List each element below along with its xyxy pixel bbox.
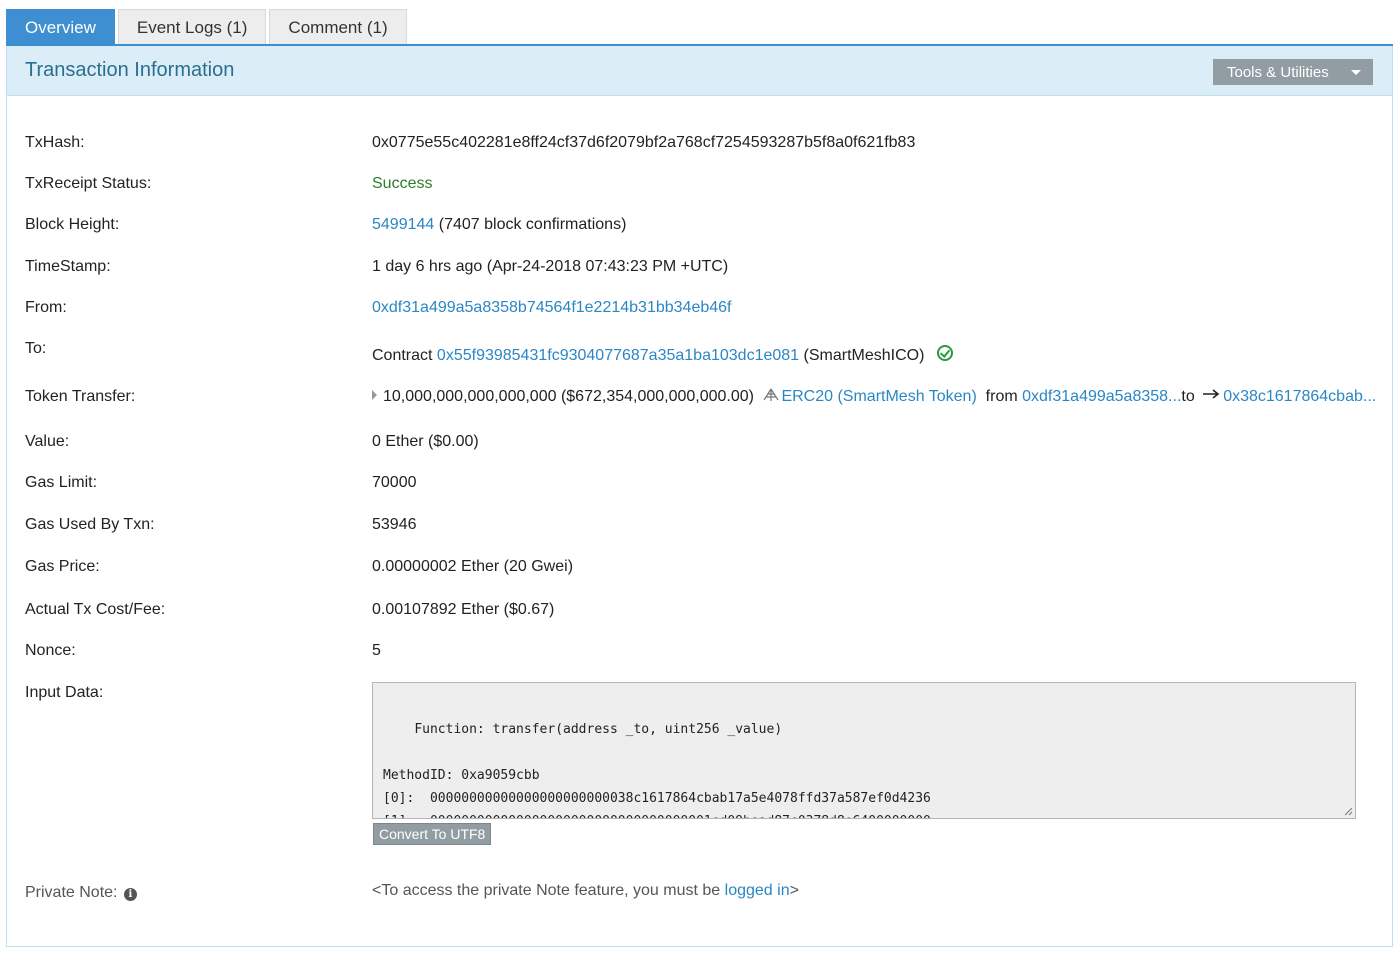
private-note-value: <To access the private Note feature, you… [372, 882, 799, 900]
caret-down-icon [1351, 70, 1361, 75]
contract-name: (SmartMeshICO) [803, 347, 925, 364]
timestamp-label: TimeStamp: [25, 258, 111, 275]
tab-comment[interactable]: Comment (1) [269, 9, 407, 45]
gas-used-label: Gas Used By Txn: [25, 516, 155, 533]
txhash-value: 0x0775e55c402281e8ff24cf37d6f2079bf2a768… [372, 134, 916, 151]
token-transfer-label: Token Transfer: [25, 388, 136, 405]
private-note-post: > [789, 882, 799, 899]
gas-price-label: Gas Price: [25, 558, 100, 575]
private-note-pre: <To access the private Note feature, you… [372, 882, 725, 899]
to-prefix: Contract [372, 347, 433, 364]
panel-title: Transaction Information [25, 59, 235, 81]
token-icon [763, 388, 779, 401]
input-data-textarea[interactable]: Function: transfer(address _to, uint256 … [372, 682, 1356, 819]
login-link[interactable]: logged in [725, 882, 790, 899]
block-height-label: Block Height: [25, 216, 120, 233]
token-to-link[interactable]: 0x38c1617864cbab... [1223, 388, 1376, 405]
gas-limit-label: Gas Limit: [25, 474, 98, 491]
token-amount: 10,000,000,000,000,000 ($672,354,000,000… [383, 388, 754, 405]
value-label: Value: [25, 433, 70, 450]
caret-right-icon[interactable] [372, 390, 377, 400]
token-from-link[interactable]: 0xdf31a499a5a8358... [1022, 388, 1181, 405]
verified-check-icon [936, 345, 953, 361]
tools-utilities-label: Tools & Utilities [1227, 63, 1329, 81]
arrow-right-icon [1203, 389, 1220, 399]
txhash-label: TxHash: [25, 134, 85, 151]
block-confirmations: (7407 block confirmations) [438, 216, 627, 233]
private-note-label: Private Note: i [25, 884, 137, 902]
input-data-label: Input Data: [25, 684, 104, 701]
block-number-link[interactable]: 5499144 [372, 216, 434, 233]
gas-limit-value: 70000 [372, 474, 417, 491]
fee-value: 0.00107892 Ether ($0.67) [372, 601, 555, 618]
gas-used-value: 53946 [372, 516, 417, 533]
status-value: Success [372, 175, 433, 192]
tools-utilities-dropdown[interactable]: Tools & Utilities [1213, 59, 1373, 85]
convert-utf8-button[interactable]: Convert To UTF8 [373, 823, 492, 845]
input-data-text: Function: transfer(address _to, uint256 … [383, 722, 931, 818]
to-word: to [1181, 388, 1195, 405]
tab-overview[interactable]: Overview [6, 9, 115, 45]
gas-price-value: 0.00000002 Ether (20 Gwei) [372, 558, 574, 575]
block-height-value: 5499144 (7407 block confirmations) [372, 216, 626, 234]
private-note-label-text: Private Note: [25, 884, 118, 901]
token-name-link[interactable]: ERC20 (SmartMesh Token) [781, 388, 976, 405]
to-label: To: [25, 340, 47, 357]
tab-bar: Overview Event Logs (1) Comment (1) [6, 9, 410, 45]
from-word: from [985, 388, 1018, 405]
from-address-link[interactable]: 0xdf31a499a5a8358b74564f1e2214b31bb34eb4… [372, 299, 731, 317]
from-label: From: [25, 299, 67, 316]
tab-event-logs[interactable]: Event Logs (1) [117, 9, 267, 45]
nonce-value: 5 [372, 642, 381, 659]
info-icon[interactable]: i [123, 888, 137, 901]
token-transfer-value: 10,000,000,000,000,000 ($672,354,000,000… [372, 388, 1376, 406]
nonce-label: Nonce: [25, 642, 76, 659]
timestamp-value: 1 day 6 hrs ago (Apr-24-2018 07:43:23 PM… [372, 258, 729, 275]
status-label: TxReceipt Status: [25, 175, 152, 192]
transaction-panel: Transaction Information Tools & Utilitie… [6, 46, 1393, 947]
fee-label: Actual Tx Cost/Fee: [25, 601, 166, 618]
to-value: Contract 0x55f93985431fc9304077687a35a1b… [372, 345, 953, 365]
panel-header: Transaction Information Tools & Utilitie… [7, 46, 1392, 96]
contract-address-link[interactable]: 0x55f93985431fc9304077687a35a1ba103dc1e0… [437, 347, 799, 364]
value-value: 0 Ether ($0.00) [372, 433, 479, 450]
resize-grip-icon[interactable] [1343, 806, 1353, 816]
